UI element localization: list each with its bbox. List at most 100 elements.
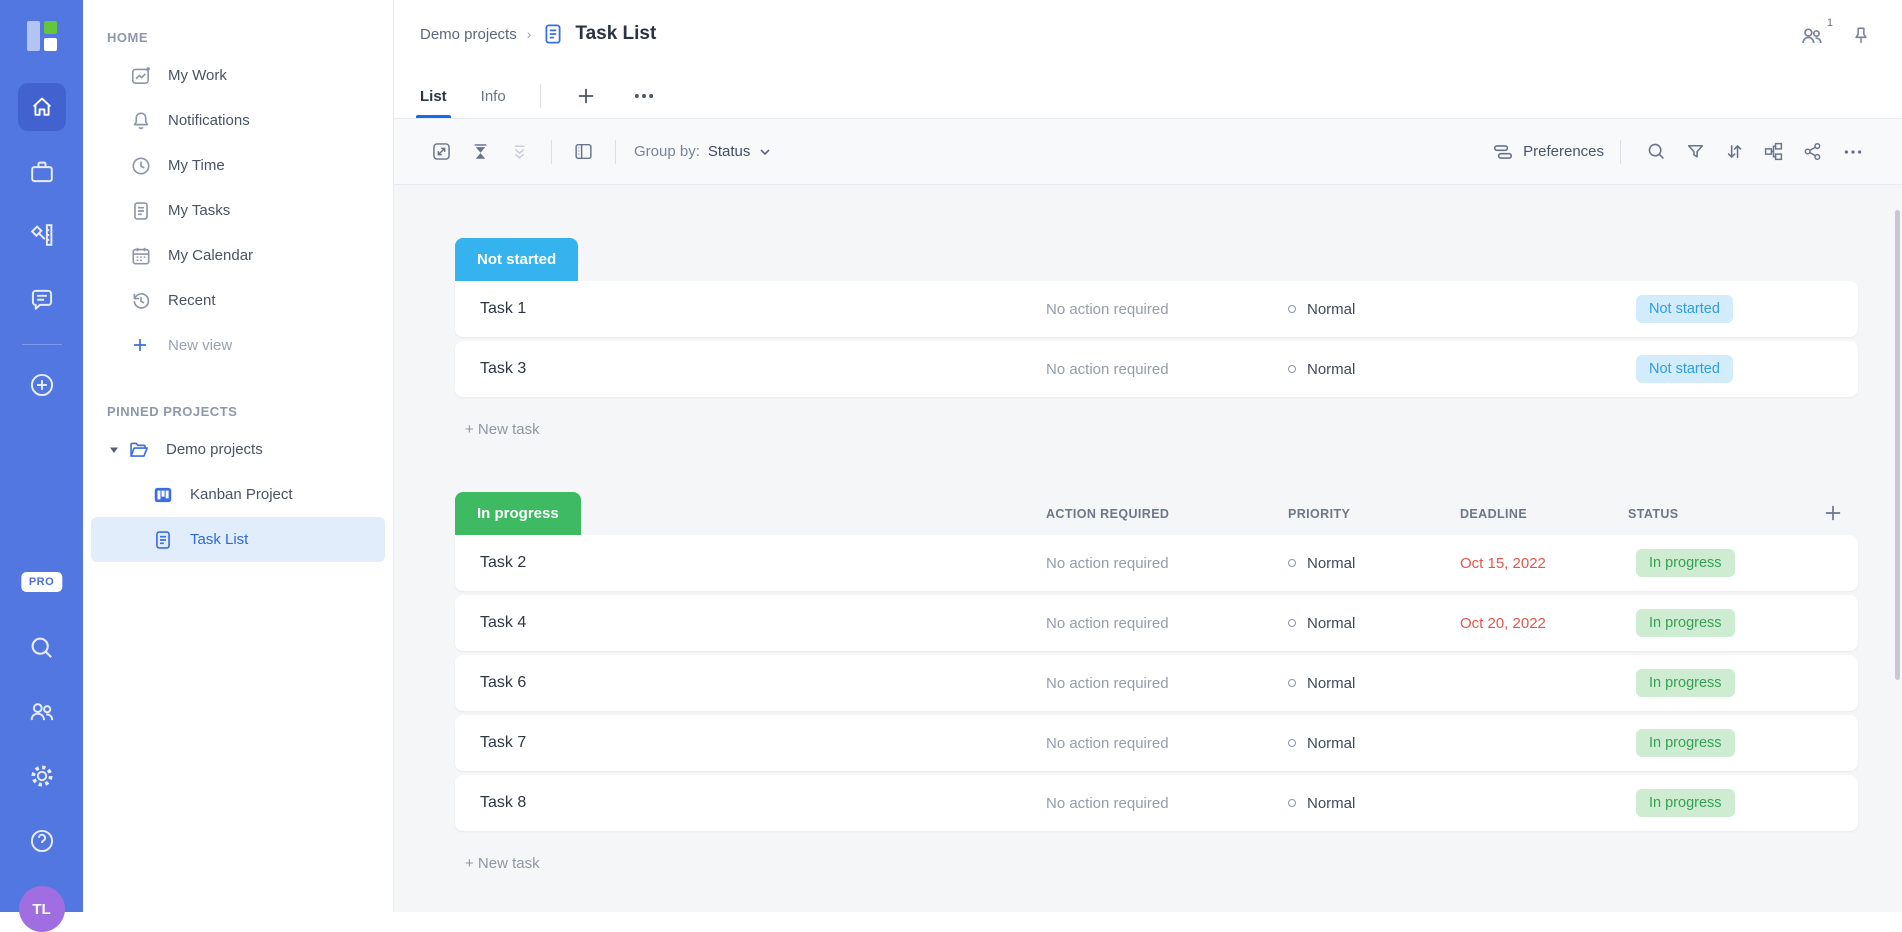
preferences-button[interactable]: Preferences xyxy=(1492,141,1604,163)
sidebar-item-notifications[interactable]: Notifications xyxy=(83,98,393,143)
status-badge[interactable]: In progress xyxy=(1636,549,1735,577)
home-icon[interactable] xyxy=(18,83,66,131)
task-row[interactable]: Task 1 No action required Normal Not sta… xyxy=(455,281,1858,337)
group-by-control[interactable]: Group by: Status xyxy=(634,143,772,160)
people-icon[interactable] xyxy=(28,698,56,726)
new-view-label: New view xyxy=(168,337,232,354)
collaborators-icon[interactable]: 1 xyxy=(1800,24,1824,48)
more-options-icon[interactable] xyxy=(1841,140,1865,164)
task-name[interactable]: Task 6 xyxy=(480,674,1046,692)
search-icon[interactable] xyxy=(28,634,56,662)
sidebar-item-task-list[interactable]: Task List xyxy=(91,517,385,562)
new-task-button[interactable]: + New task xyxy=(465,421,1858,438)
filter-icon[interactable] xyxy=(1685,141,1706,162)
settings-gear-icon[interactable] xyxy=(28,762,56,790)
task-action-required[interactable]: No action required xyxy=(1046,361,1288,378)
toolbar-divider xyxy=(551,140,552,164)
status-badge[interactable]: In progress xyxy=(1636,669,1735,697)
task-priority[interactable]: Normal xyxy=(1288,735,1460,752)
app-logo-icon[interactable] xyxy=(24,18,60,54)
sidebar-item-recent[interactable]: Recent xyxy=(83,278,393,323)
share-icon[interactable] xyxy=(1802,141,1823,162)
task-name[interactable]: Task 8 xyxy=(480,794,1046,812)
new-task-button[interactable]: + New task xyxy=(465,855,1858,872)
group-header-badge[interactable]: Not started xyxy=(455,238,578,281)
task-name[interactable]: Task 3 xyxy=(480,360,1046,378)
group-spacer xyxy=(455,438,1902,492)
task-priority[interactable]: Normal xyxy=(1288,675,1460,692)
task-priority[interactable]: Normal xyxy=(1288,361,1460,378)
sidebar-item-my-calendar[interactable]: My Calendar xyxy=(83,233,393,278)
task-row[interactable]: Task 8 No action required Normal In prog… xyxy=(455,775,1858,831)
pin-icon[interactable] xyxy=(1850,25,1872,47)
task-name[interactable]: Task 4 xyxy=(480,614,1046,632)
comments-icon[interactable] xyxy=(28,286,56,314)
add-view-icon[interactable] xyxy=(575,85,597,107)
chevron-down-icon xyxy=(758,145,772,159)
task-name[interactable]: Task 2 xyxy=(480,554,1046,572)
collapse-rows-icon[interactable] xyxy=(470,141,491,162)
sidebar-item-my-tasks[interactable]: My Tasks xyxy=(83,188,393,233)
add-column-icon[interactable] xyxy=(1822,502,1844,524)
task-deadline[interactable]: Oct 20, 2022 xyxy=(1460,615,1628,632)
tab-info[interactable]: Info xyxy=(481,74,506,118)
column-header-deadline[interactable]: DEADLINE xyxy=(1460,507,1628,521)
header-actions: 1 xyxy=(1800,24,1872,48)
task-name[interactable]: Task 1 xyxy=(480,300,1046,318)
group-header-badge[interactable]: In progress xyxy=(455,492,581,535)
status-badge[interactable]: In progress xyxy=(1636,789,1735,817)
double-chevron-down-icon[interactable] xyxy=(509,141,530,162)
view-tabs: List Info xyxy=(420,74,657,118)
add-space-icon[interactable] xyxy=(28,371,56,399)
task-action-required[interactable]: No action required xyxy=(1046,735,1288,752)
task-row[interactable]: Task 6 No action required Normal In prog… xyxy=(455,655,1858,711)
pro-badge[interactable]: PRO xyxy=(21,572,62,592)
status-badge[interactable]: In progress xyxy=(1636,729,1735,757)
sidebar-item-kanban-project[interactable]: Kanban Project xyxy=(91,472,385,517)
avatar[interactable]: TL xyxy=(19,886,65,932)
page-title: Task List xyxy=(575,23,656,45)
task-action-required[interactable]: No action required xyxy=(1046,301,1288,318)
task-priority[interactable]: Normal xyxy=(1288,555,1460,572)
help-icon[interactable] xyxy=(28,827,56,855)
sort-icon[interactable] xyxy=(1724,141,1745,162)
task-priority[interactable]: Normal xyxy=(1288,301,1460,318)
task-action-required[interactable]: No action required xyxy=(1046,795,1288,812)
sidebar-item-my-time[interactable]: My Time xyxy=(83,143,393,188)
column-header-action-required[interactable]: ACTION REQUIRED xyxy=(1046,507,1288,521)
task-row[interactable]: Task 4 No action required Normal Oct 20,… xyxy=(455,595,1858,651)
caret-down-icon[interactable] xyxy=(108,444,120,456)
doc-icon xyxy=(541,22,565,46)
task-name[interactable]: Task 7 xyxy=(480,734,1046,752)
status-badge[interactable]: In progress xyxy=(1636,609,1735,637)
expand-all-icon[interactable] xyxy=(431,141,452,162)
task-action-required[interactable]: No action required xyxy=(1046,615,1288,632)
kanban-board-icon xyxy=(152,484,174,506)
task-row[interactable]: Task 2 No action required Normal Oct 15,… xyxy=(455,535,1858,591)
column-header-priority[interactable]: PRIORITY xyxy=(1288,507,1460,521)
task-deadline[interactable]: Oct 15, 2022 xyxy=(1460,555,1628,572)
more-options-icon[interactable] xyxy=(631,83,657,109)
scrollbar-thumb[interactable] xyxy=(1895,210,1900,680)
preferences-icon xyxy=(1492,141,1514,163)
task-priority[interactable]: Normal xyxy=(1288,615,1460,632)
task-action-required[interactable]: No action required xyxy=(1046,555,1288,572)
tools-icon[interactable] xyxy=(28,221,56,249)
app-rail: PRO TL xyxy=(0,0,83,912)
search-icon[interactable] xyxy=(1646,141,1667,162)
task-row[interactable]: Task 7 No action required Normal In prog… xyxy=(455,715,1858,771)
task-row[interactable]: Task 3 No action required Normal Not sta… xyxy=(455,341,1858,397)
sidebar-item-my-work[interactable]: My Work xyxy=(83,53,393,98)
task-action-required[interactable]: No action required xyxy=(1046,675,1288,692)
task-priority[interactable]: Normal xyxy=(1288,795,1460,812)
projects-briefcase-icon[interactable] xyxy=(28,158,56,186)
side-panel-icon[interactable] xyxy=(573,141,594,162)
tasks-doc-icon xyxy=(130,200,152,222)
breadcrumb-demo-projects[interactable]: Demo projects xyxy=(420,26,517,43)
tab-list[interactable]: List xyxy=(420,74,447,118)
sidebar-folder-demo-projects[interactable]: Demo projects xyxy=(83,427,393,472)
new-view-button[interactable]: New view xyxy=(83,323,393,368)
status-badge[interactable]: Not started xyxy=(1636,295,1733,323)
status-badge[interactable]: Not started xyxy=(1636,355,1733,383)
subitems-tree-icon[interactable] xyxy=(1763,141,1784,162)
